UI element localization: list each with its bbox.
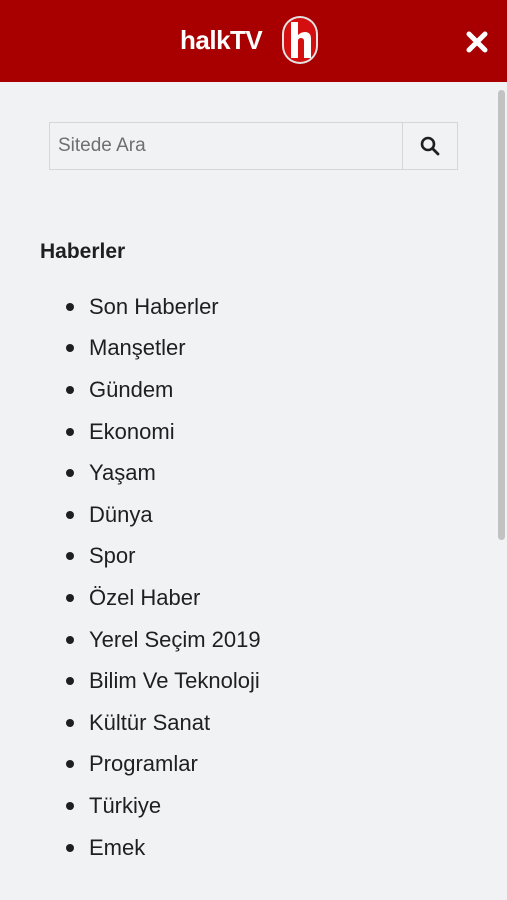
bullet-icon xyxy=(66,593,74,602)
menu-item[interactable]: Türkiye xyxy=(66,785,261,827)
bullet-icon xyxy=(66,510,74,519)
menu-item-label: Yaşam xyxy=(89,460,156,486)
menu-item[interactable]: Dünya xyxy=(66,494,261,536)
menu-item-label: Bilim Ve Teknoloji xyxy=(89,668,260,694)
menu-item-label: Özel Haber xyxy=(89,584,201,610)
site-search-form xyxy=(49,122,458,170)
menu-item[interactable]: Özel Haber xyxy=(66,577,261,619)
menu-item-label: Emek xyxy=(89,834,146,860)
bullet-icon xyxy=(66,344,74,353)
site-logo[interactable]: halkTV xyxy=(180,10,322,70)
top-header-bar: halkTV xyxy=(0,0,507,82)
bullet-icon xyxy=(66,718,74,727)
menu-item[interactable]: Manşetler xyxy=(66,328,261,370)
menu-item[interactable]: Bilim Ve Teknoloji xyxy=(66,660,261,702)
menu-item[interactable]: Programlar xyxy=(66,744,261,786)
close-menu-button[interactable] xyxy=(462,27,492,57)
menu-item[interactable]: Yaşam xyxy=(66,452,261,494)
menu-item[interactable]: Son Haberler xyxy=(66,286,261,328)
bullet-icon xyxy=(66,469,74,478)
menu-item-label: Türkiye xyxy=(89,792,162,818)
menu-item[interactable]: Ekonomi xyxy=(66,411,261,453)
scrollbar-thumb[interactable] xyxy=(498,90,505,540)
menu-item-label: Ekonomi xyxy=(89,418,175,444)
bullet-icon xyxy=(66,801,74,810)
menu-item[interactable]: Spor xyxy=(66,536,261,578)
bullet-icon xyxy=(66,760,74,769)
close-icon xyxy=(466,31,488,53)
section-title-haberler: Haberler xyxy=(40,240,126,263)
menu-item[interactable]: Yerel Seçim 2019 xyxy=(66,619,261,661)
menu-item-label: Programlar xyxy=(89,751,198,777)
bullet-icon xyxy=(66,552,74,561)
vertical-scrollbar[interactable] xyxy=(496,82,507,900)
bullet-icon xyxy=(66,677,74,686)
menu-item-label: Yerel Seçim 2019 xyxy=(89,626,261,652)
search-input[interactable] xyxy=(50,123,402,169)
bullet-icon xyxy=(66,385,74,394)
menu-item-label: Spor xyxy=(89,543,136,569)
search-icon xyxy=(420,136,440,156)
logo-text: halkTV xyxy=(180,24,263,55)
menu-item-label: Dünya xyxy=(89,501,153,527)
menu-item[interactable]: Kültür Sanat xyxy=(66,702,261,744)
menu-item-label: Son Haberler xyxy=(89,293,219,319)
bullet-icon xyxy=(66,427,74,436)
menu-item-label: Manşetler xyxy=(89,335,186,361)
bullet-icon xyxy=(66,843,74,852)
bullet-icon xyxy=(66,302,74,311)
menu-item-label: Kültür Sanat xyxy=(89,709,211,735)
bullet-icon xyxy=(66,635,74,644)
search-button[interactable] xyxy=(402,123,457,169)
news-category-menu: Son Haberler Manşetler Gündem Ekonomi Ya… xyxy=(66,286,261,868)
halktv-h-logo-icon xyxy=(278,14,322,66)
menu-item[interactable]: Gündem xyxy=(66,369,261,411)
menu-item-label: Gündem xyxy=(89,376,174,402)
menu-item[interactable]: Emek xyxy=(66,827,261,869)
